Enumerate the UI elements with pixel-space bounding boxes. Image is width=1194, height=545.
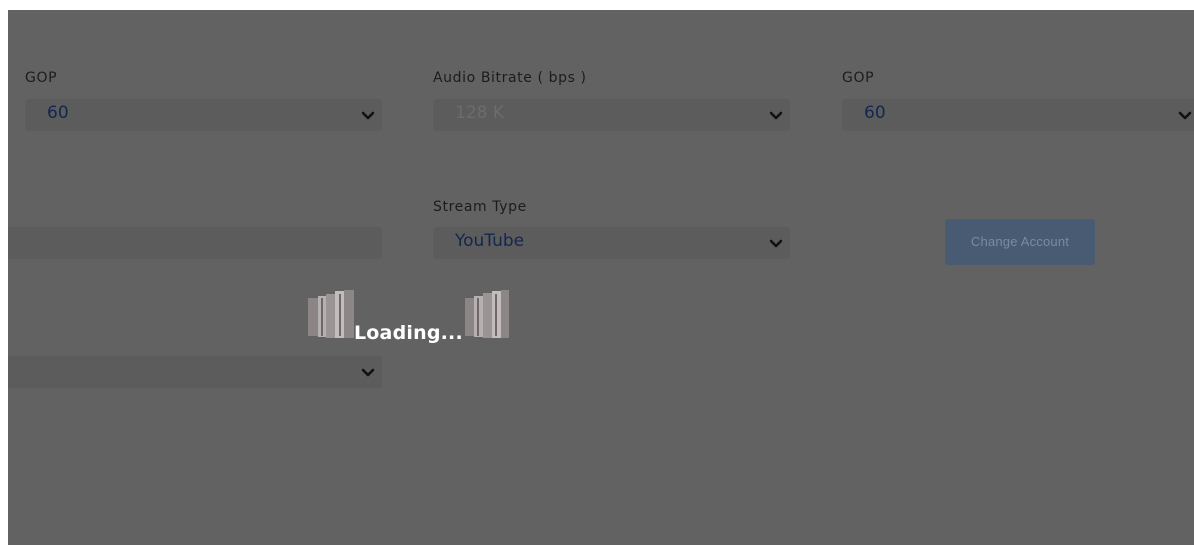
audio-bitrate-value: 128 K [455,103,504,123]
left-gop-value: 60 [47,103,69,123]
chevron-down-icon [359,106,377,124]
right-gop-label: GOP [842,70,875,86]
audio-bitrate-label: Audio Bitrate ( bps ) [433,70,587,86]
chevron-down-icon [359,363,377,381]
left-gop-label: GOP [25,70,58,86]
change-account-button[interactable]: Change Account [945,219,1095,265]
right-gop-select[interactable]: 60 [842,99,1194,131]
loader-blocks-icon [465,290,509,338]
stream-settings-panel: GOP 60 Audio Bitrate ( bps ) 128 K Strea… [8,10,1194,545]
audio-bitrate-select[interactable]: 128 K [433,99,790,131]
left-gop-select[interactable]: 60 [25,99,382,131]
stream-type-select[interactable]: YouTube [433,227,790,259]
loader-blocks-icon [308,290,354,338]
left-bottom-select[interactable] [8,356,382,388]
chevron-down-icon [1176,106,1194,124]
stream-type-label: Stream Type [433,199,527,215]
chevron-down-icon [767,106,785,124]
stream-type-value: YouTube [455,231,525,251]
left-text-field[interactable] [8,227,382,259]
loading-text: Loading... [354,322,463,344]
chevron-down-icon [767,234,785,252]
right-gop-value: 60 [864,103,886,123]
